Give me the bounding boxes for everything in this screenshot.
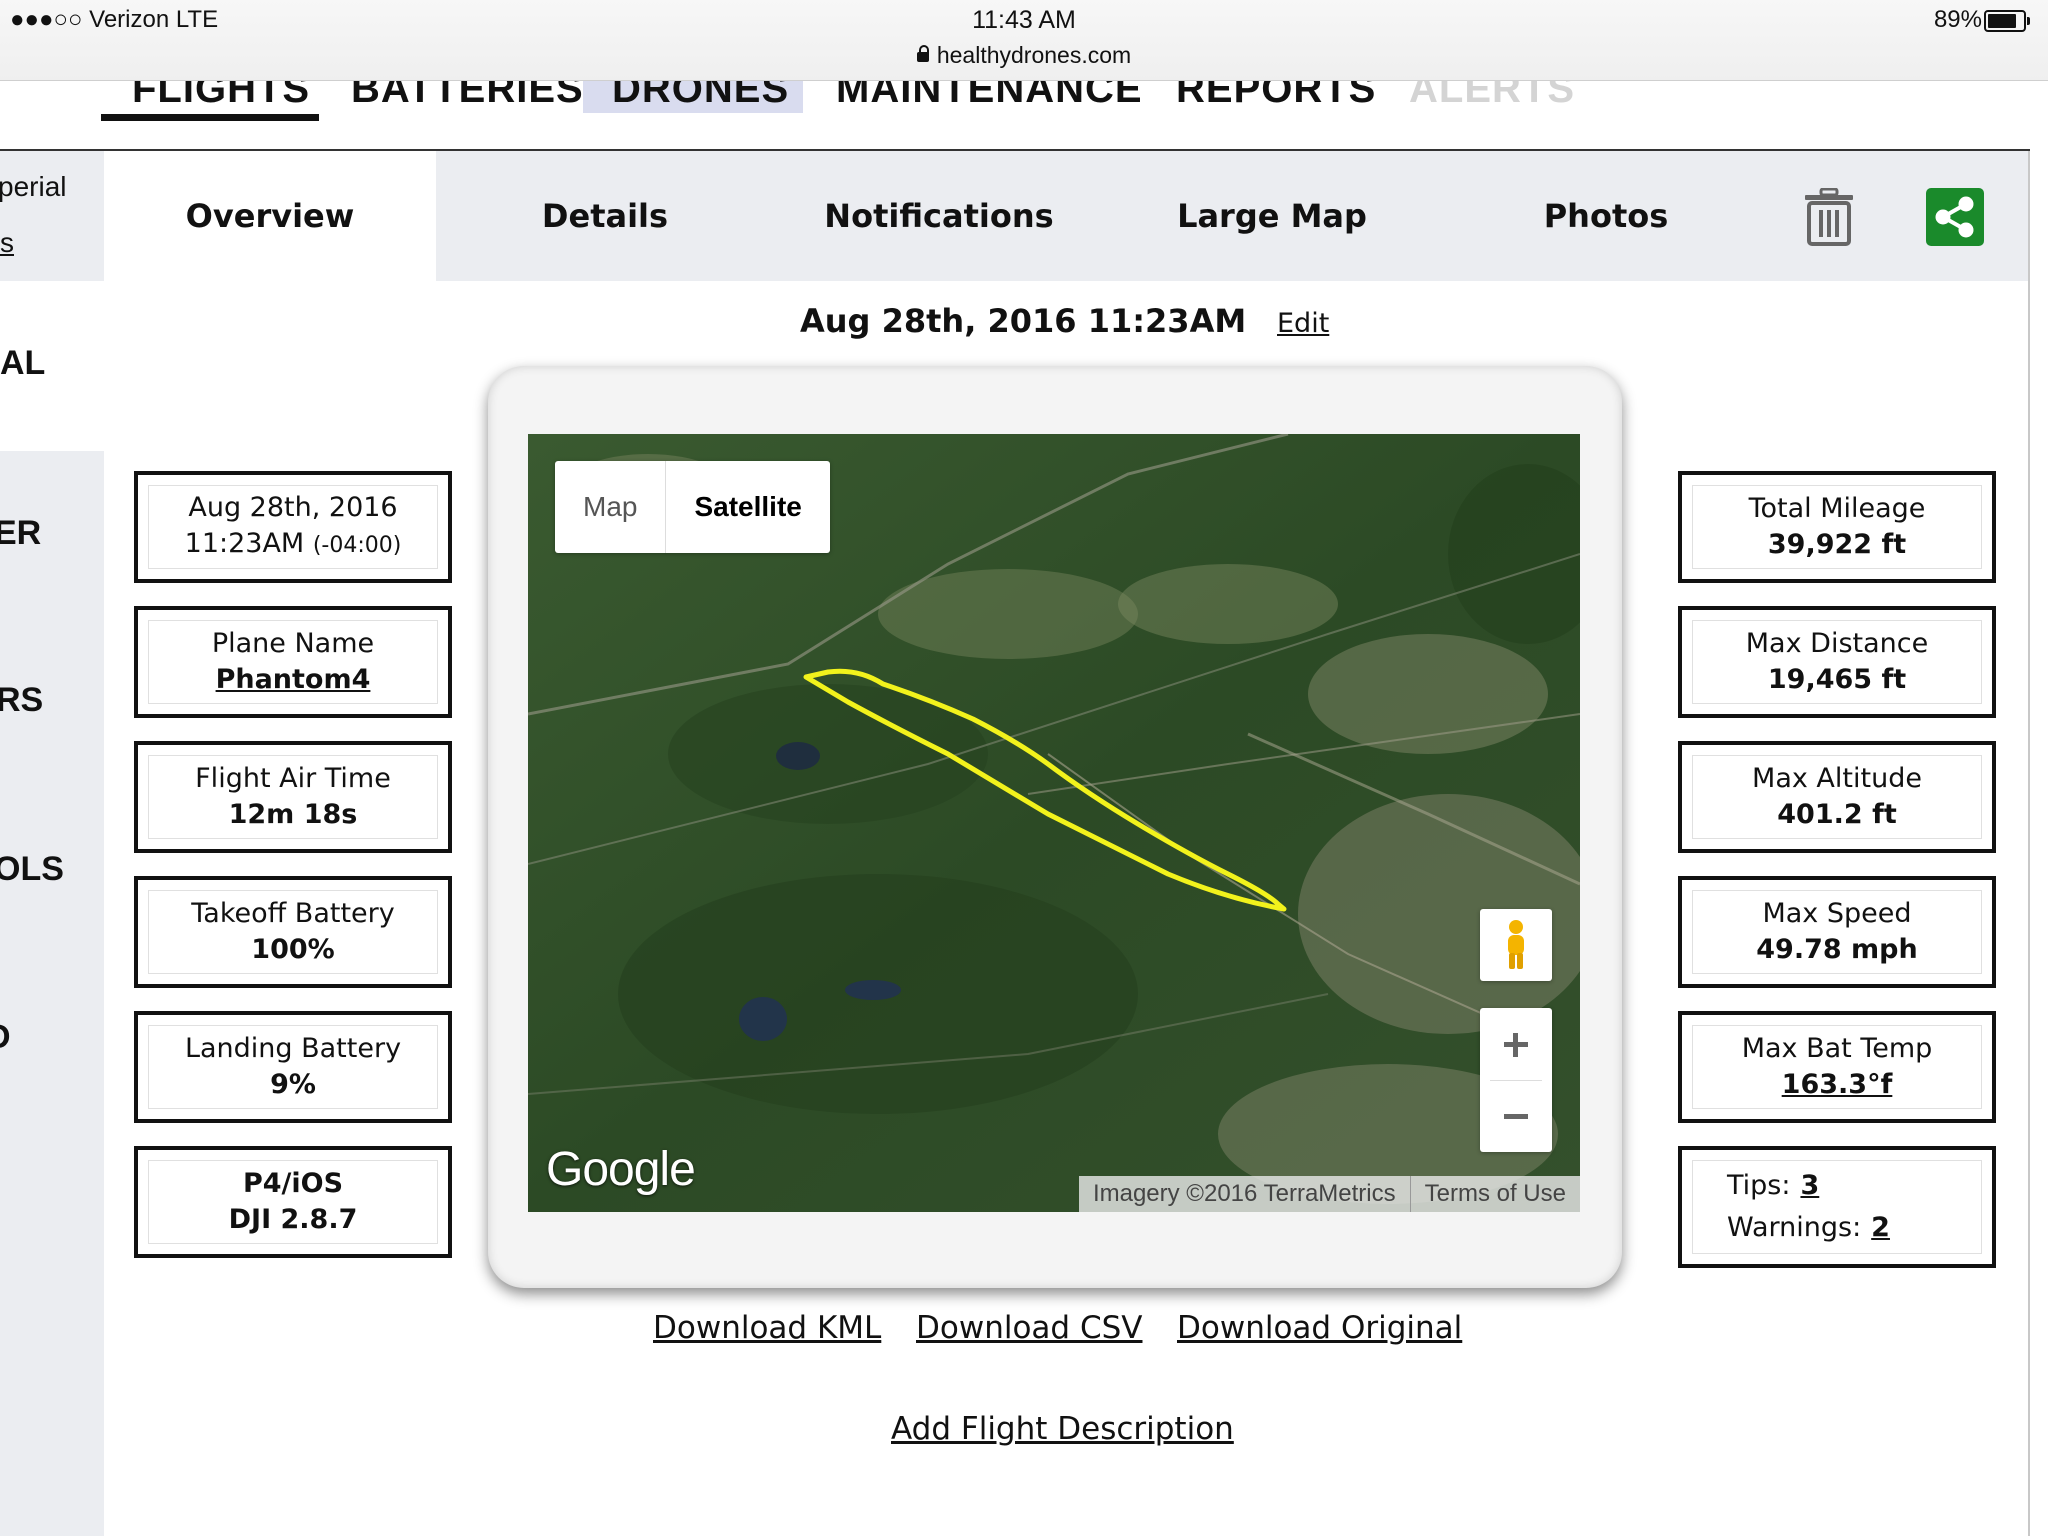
air-time-card: Flight Air Time 12m 18s bbox=[134, 741, 452, 853]
air-time-value: 12m 18s bbox=[228, 799, 358, 830]
takeoff-battery-card: Takeoff Battery 100% bbox=[134, 876, 452, 988]
google-logo: Google bbox=[546, 1143, 696, 1196]
total-mileage-label: Total Mileage bbox=[1748, 493, 1926, 524]
battery-icon bbox=[1984, 10, 2030, 32]
sidebar-fragment-3[interactable]: AL bbox=[0, 344, 45, 383]
takeoff-battery-label: Takeoff Battery bbox=[191, 898, 395, 929]
landing-battery-label: Landing Battery bbox=[184, 1033, 402, 1064]
active-nav-underline bbox=[101, 114, 319, 121]
sidebar-fragment-4[interactable]: ER bbox=[0, 514, 41, 553]
status-time: 11:43 AM bbox=[972, 6, 1076, 34]
max-altitude-card: Max Altitude 401.2 ft bbox=[1678, 741, 1996, 853]
total-mileage-value: 39,922 ft bbox=[1767, 529, 1907, 560]
tab-details[interactable]: Details bbox=[436, 151, 774, 281]
date-line: Aug 28th, 2016 bbox=[188, 492, 398, 523]
sidebar: perial s AL ER RS OLS D bbox=[0, 151, 104, 1536]
flight-map[interactable]: Map Satellite Google Imagery ©2016 Terra… bbox=[528, 434, 1580, 1212]
nav-alerts[interactable]: ALERTS bbox=[1409, 81, 1575, 112]
imagery-credit: Imagery ©2016 TerraMetrics bbox=[1092, 1180, 1396, 1207]
tab-overview[interactable]: Overview bbox=[104, 151, 436, 281]
nav-drones[interactable]: DRONES bbox=[612, 81, 789, 112]
plane-name-label: Plane Name bbox=[211, 628, 375, 659]
takeoff-battery-value: 100% bbox=[251, 934, 335, 965]
main-nav: FLIGHTS BATTERIES DRONES MAINTENANCE REP… bbox=[0, 81, 2048, 149]
nav-maintenance[interactable]: MAINTENANCE bbox=[836, 81, 1143, 112]
zoom-control bbox=[1480, 1008, 1552, 1152]
date-card: Aug 28th, 2016 11:23AM (-04:00) bbox=[134, 471, 452, 583]
nav-reports[interactable]: REPORTS bbox=[1176, 81, 1376, 112]
pegman-icon[interactable] bbox=[1480, 909, 1552, 981]
tips-warnings-card: Tips: 3 Warnings: 2 bbox=[1678, 1146, 1996, 1268]
add-flight-description-link[interactable]: Add Flight Description bbox=[891, 1411, 1234, 1447]
sidebar-fragment-6[interactable]: OLS bbox=[0, 850, 64, 889]
max-speed-card: Max Speed 49.78 mph bbox=[1678, 876, 1996, 988]
sidebar-fragment-2[interactable]: s bbox=[0, 227, 14, 259]
ios-status-bar: ●●●○○ Verizon LTE 11:43 AM healthydrones… bbox=[0, 0, 2048, 81]
max-altitude-value: 401.2 ft bbox=[1777, 799, 1897, 830]
map-type-map-button[interactable]: Map bbox=[555, 461, 667, 553]
timezone: (-04:00) bbox=[312, 533, 402, 558]
tab-large-map[interactable]: Large Map bbox=[1104, 151, 1440, 281]
terms-of-use-link[interactable]: Terms of Use bbox=[1409, 1176, 1580, 1212]
max-distance-card: Max Distance 19,465 ft bbox=[1678, 606, 1996, 718]
tips-label: Tips: bbox=[1727, 1170, 1791, 1201]
lock-icon bbox=[916, 45, 929, 62]
max-distance-label: Max Distance bbox=[1745, 628, 1929, 659]
landing-battery-card: Landing Battery 9% bbox=[134, 1011, 452, 1123]
url-text: healthydrones.com bbox=[936, 42, 1132, 68]
app-platform: P4/iOS bbox=[242, 1168, 344, 1199]
plane-name-card: Plane Name Phantom4 bbox=[134, 606, 452, 718]
address-bar[interactable]: healthydrones.com bbox=[0, 42, 2048, 69]
air-time-label: Flight Air Time bbox=[195, 763, 391, 794]
edit-link[interactable]: Edit bbox=[1277, 308, 1329, 339]
map-attribution: Imagery ©2016 TerraMetrics Terms of Use bbox=[1078, 1176, 1580, 1212]
max-bat-temp-link[interactable]: 163.3°f bbox=[1782, 1067, 1893, 1103]
sidebar-fragment-1[interactable]: perial bbox=[0, 171, 66, 203]
trash-icon[interactable] bbox=[1804, 188, 1854, 246]
max-bat-temp-label: Max Bat Temp bbox=[1741, 1033, 1933, 1064]
max-speed-label: Max Speed bbox=[1762, 898, 1912, 929]
tips-count-link[interactable]: 3 bbox=[1800, 1170, 1819, 1201]
nav-batteries[interactable]: BATTERIES bbox=[351, 81, 584, 112]
max-speed-value: 49.78 mph bbox=[1756, 934, 1918, 965]
plane-name-link[interactable]: Phantom4 bbox=[216, 662, 371, 698]
flight-tabs: Overview Details Notifications Large Map… bbox=[104, 151, 2028, 281]
total-mileage-card: Total Mileage 39,922 ft bbox=[1678, 471, 1996, 583]
map-type-satellite-button[interactable]: Satellite bbox=[666, 461, 829, 553]
download-kml-link[interactable]: Download KML bbox=[653, 1310, 881, 1346]
app-version: DJI 2.8.7 bbox=[228, 1204, 358, 1235]
sidebar-fragment-5[interactable]: RS bbox=[0, 681, 43, 720]
flight-date-heading: Aug 28th, 2016 11:23AM bbox=[800, 302, 1247, 340]
share-icon[interactable] bbox=[1926, 188, 1984, 246]
max-distance-value: 19,465 ft bbox=[1767, 664, 1907, 695]
download-original-link[interactable]: Download Original bbox=[1177, 1310, 1462, 1346]
app-version-card: P4/iOS DJI 2.8.7 bbox=[134, 1146, 452, 1258]
nav-flights[interactable]: FLIGHTS bbox=[132, 81, 310, 112]
time-line: 11:23AM bbox=[184, 528, 305, 559]
max-altitude-label: Max Altitude bbox=[1752, 763, 1922, 794]
page-edge bbox=[2028, 151, 2030, 1536]
warnings-count-link[interactable]: 2 bbox=[1871, 1212, 1890, 1243]
zoom-in-icon[interactable] bbox=[1480, 1008, 1552, 1080]
download-csv-link[interactable]: Download CSV bbox=[916, 1310, 1142, 1346]
sidebar-fragment-7[interactable]: D bbox=[0, 1018, 11, 1057]
landing-battery-value: 9% bbox=[270, 1069, 316, 1100]
map-type-control: Map Satellite bbox=[555, 461, 830, 553]
zoom-out-icon[interactable] bbox=[1480, 1080, 1552, 1152]
max-bat-temp-card: Max Bat Temp 163.3°f bbox=[1678, 1011, 1996, 1123]
tab-notifications[interactable]: Notifications bbox=[774, 151, 1104, 281]
battery-percent: 89% bbox=[1933, 6, 1982, 33]
warnings-label: Warnings: bbox=[1727, 1212, 1862, 1243]
tab-photos[interactable]: Photos bbox=[1440, 151, 1772, 281]
